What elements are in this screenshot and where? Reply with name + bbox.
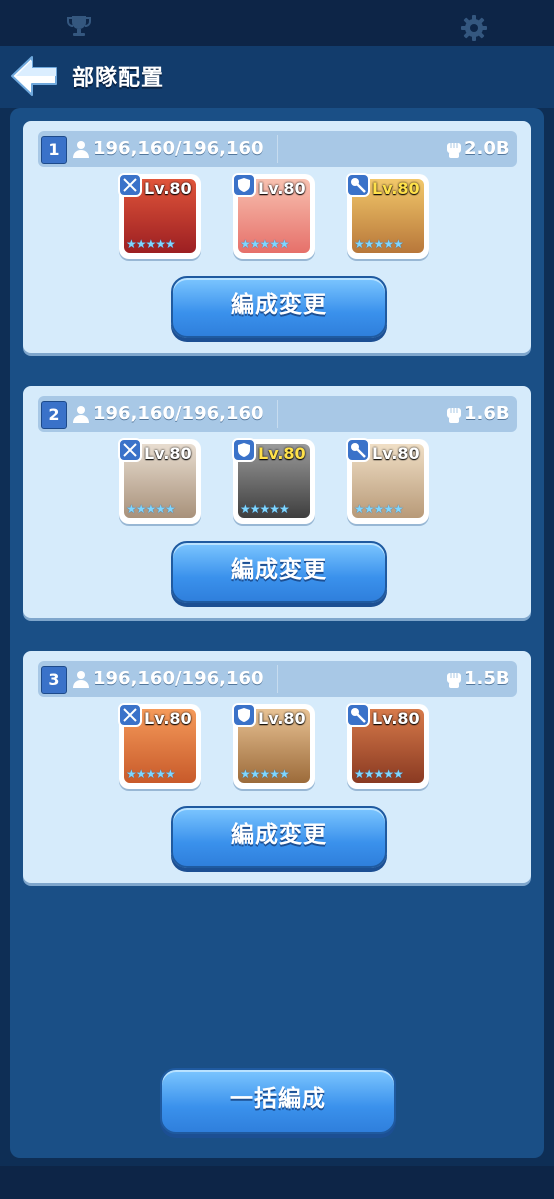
hero-level: Lv.80	[372, 709, 420, 728]
fist-power-icon	[447, 673, 461, 688]
divider	[277, 135, 278, 163]
squad-number-badge: 3	[41, 666, 67, 694]
hero-level: Lv.80	[372, 179, 420, 198]
hero-stars: ★★★★★	[240, 767, 290, 781]
hero-card[interactable]: Lv.80 ★★★★★	[232, 438, 315, 524]
hero-level: Lv.80	[258, 179, 306, 198]
squad-header: 3 196,160/196,160 1.5B	[38, 661, 517, 697]
troop-count: 196,160/196,160	[93, 138, 264, 159]
person-icon	[73, 671, 89, 688]
fist-power-icon	[447, 408, 461, 423]
page-title: 部隊配置	[72, 66, 165, 91]
button-label: 編成変更	[231, 557, 327, 583]
crossbow-icon	[118, 703, 142, 727]
shield-icon	[232, 438, 256, 462]
person-icon	[73, 141, 89, 158]
staff-icon	[346, 173, 370, 197]
hero-card[interactable]: Lv.80 ★★★★★	[118, 438, 201, 524]
hero-card[interactable]: Lv.80 ★★★★★	[346, 703, 429, 789]
back-arrow-icon[interactable]	[8, 54, 60, 98]
hero-stars: ★★★★★	[354, 767, 404, 781]
crossbow-icon	[118, 173, 142, 197]
change-formation-button[interactable]: 編成変更	[171, 541, 387, 603]
hero-card[interactable]: Lv.80 ★★★★★	[232, 173, 315, 259]
gear-icon[interactable]	[460, 14, 488, 42]
hero-card[interactable]: Lv.80 ★★★★★	[118, 173, 201, 259]
shield-icon	[232, 703, 256, 727]
squad-card: 3 196,160/196,160 1.5B Lv.80 ★★★★★ Lv.80…	[23, 651, 531, 883]
troop-count: 196,160/196,160	[93, 403, 264, 424]
hero-card[interactable]: Lv.80 ★★★★★	[232, 703, 315, 789]
squad-number-badge: 2	[41, 401, 67, 429]
hero-stars: ★★★★★	[354, 502, 404, 516]
squad-header: 2 196,160/196,160 1.6B	[38, 396, 517, 432]
hero-stars: ★★★★★	[126, 502, 176, 516]
squad-number-badge: 1	[41, 136, 67, 164]
change-formation-button[interactable]: 編成変更	[171, 806, 387, 868]
page-header: 部隊配置	[0, 46, 554, 108]
crossbow-icon	[118, 438, 142, 462]
hero-card[interactable]: Lv.80 ★★★★★	[346, 173, 429, 259]
staff-icon	[346, 703, 370, 727]
hero-stars: ★★★★★	[126, 237, 176, 251]
squad-card: 1 196,160/196,160 2.0B Lv.80 ★★★★★ Lv.80…	[23, 121, 531, 353]
bottom-bar	[0, 1166, 554, 1199]
hero-stars: ★★★★★	[354, 237, 404, 251]
button-label: 一括編成	[230, 1086, 326, 1112]
hero-level: Lv.80	[144, 709, 192, 728]
shield-icon	[232, 173, 256, 197]
button-label: 編成変更	[231, 822, 327, 848]
hero-card[interactable]: Lv.80 ★★★★★	[346, 438, 429, 524]
power-value: 1.5B	[464, 668, 510, 689]
squad-card: 2 196,160/196,160 1.6B Lv.80 ★★★★★ Lv.80…	[23, 386, 531, 618]
hero-level: Lv.80	[372, 444, 420, 463]
person-icon	[73, 406, 89, 423]
bulk-formation-button[interactable]: 一括編成	[160, 1068, 396, 1134]
hero-level: Lv.80	[258, 444, 306, 463]
fist-power-icon	[447, 143, 461, 158]
hero-level: Lv.80	[144, 444, 192, 463]
hero-level: Lv.80	[144, 179, 192, 198]
hero-level: Lv.80	[258, 709, 306, 728]
divider	[277, 665, 278, 693]
button-label: 編成変更	[231, 292, 327, 318]
change-formation-button[interactable]: 編成変更	[171, 276, 387, 338]
hero-stars: ★★★★★	[240, 502, 290, 516]
troop-count: 196,160/196,160	[93, 668, 264, 689]
trophy-icon[interactable]	[66, 14, 92, 38]
hero-card[interactable]: Lv.80 ★★★★★	[118, 703, 201, 789]
power-value: 1.6B	[464, 403, 510, 424]
divider	[277, 400, 278, 428]
hero-stars: ★★★★★	[240, 237, 290, 251]
squad-header: 1 196,160/196,160 2.0B	[38, 131, 517, 167]
top-bar	[0, 0, 554, 46]
hero-stars: ★★★★★	[126, 767, 176, 781]
power-value: 2.0B	[464, 138, 510, 159]
staff-icon	[346, 438, 370, 462]
